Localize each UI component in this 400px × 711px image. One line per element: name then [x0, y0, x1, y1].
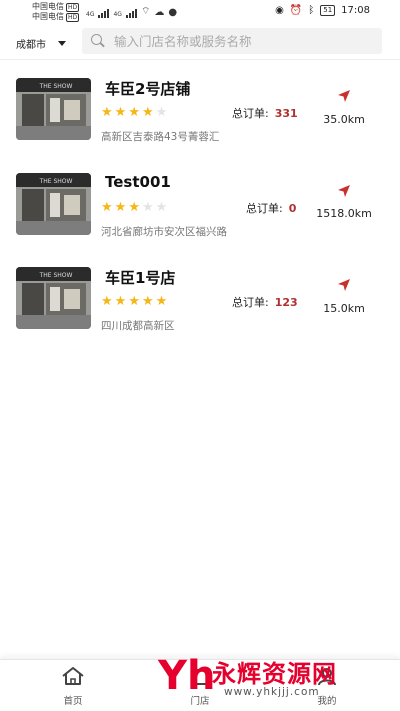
- star-empty-icon: ★: [155, 105, 168, 120]
- store-image: THE SHOW: [16, 267, 91, 329]
- city-label: 成都市: [16, 40, 46, 51]
- store-card[interactable]: THE SHOW 车臣1号店 ★ ★ ★ ★ ★ 总订单: 123 四川成都高新…: [0, 267, 400, 347]
- store-distance: 1518.0km: [316, 207, 372, 220]
- store-name: Test001: [105, 173, 171, 191]
- order-count: 总订单: 123: [232, 294, 298, 310]
- battery-icon: 51: [320, 5, 336, 16]
- rating-stars: ★ ★ ★ ★ ★: [101, 106, 167, 119]
- search-input[interactable]: [114, 33, 374, 49]
- star-icon: ★: [141, 105, 154, 120]
- nav-label-home: 首页: [63, 696, 83, 707]
- star-icon: ★: [128, 105, 140, 120]
- order-value: 331: [274, 107, 298, 120]
- star-icon: ★: [114, 200, 127, 215]
- svg-text:THE SHOW: THE SHOW: [39, 83, 73, 90]
- star-icon: ★: [101, 105, 113, 120]
- watermark-title: 永辉资源网: [212, 660, 337, 688]
- star-icon: ★: [114, 105, 127, 120]
- store-address: 四川成都高新区: [101, 320, 175, 332]
- cloud-icon: ☁: [154, 7, 165, 18]
- star-icon: ★: [101, 294, 113, 309]
- clock: 17:08: [341, 5, 370, 16]
- network-type-1: 4G: [86, 11, 95, 18]
- star-icon: ★: [114, 294, 127, 309]
- nav-tab-home[interactable]: 首页: [43, 666, 103, 707]
- store-card[interactable]: THE SHOW 车臣2号店铺 ★ ★ ★ ★ ★ 总订单: 331 高新区吉泰…: [0, 78, 400, 158]
- store-distance: 15.0km: [323, 302, 365, 315]
- star-empty-icon: ★: [155, 200, 168, 215]
- order-value: 123: [274, 296, 298, 309]
- star-empty-icon: ★: [141, 200, 154, 215]
- header: 成都市: [0, 24, 400, 60]
- order-label: 总订单:: [246, 202, 283, 215]
- order-label: 总订单:: [232, 107, 269, 120]
- eye-icon: ◉: [275, 5, 284, 16]
- svg-text:THE SHOW: THE SHOW: [39, 272, 73, 279]
- city-selector[interactable]: 成都市: [16, 36, 66, 51]
- alarm-icon: ⏰: [289, 5, 303, 16]
- navigation-arrow-icon[interactable]: [337, 184, 351, 198]
- svg-text:THE SHOW: THE SHOW: [39, 178, 73, 185]
- order-count: 总订单: 331: [232, 105, 298, 121]
- carrier-2: 中国电信: [32, 12, 64, 21]
- navigation-arrow-icon[interactable]: [337, 89, 351, 103]
- caret-down-icon: [58, 41, 66, 46]
- order-value: 0: [288, 202, 297, 215]
- star-icon: ★: [141, 294, 154, 309]
- hd-badge-1: HD: [66, 2, 80, 12]
- store-name: 车臣2号店铺: [105, 80, 191, 98]
- store-image: THE SHOW: [16, 173, 91, 235]
- bluetooth-icon: ᛒ: [308, 5, 315, 16]
- status-bar: 中国电信 HD 中国电信 HD 4G 4G ⌔ ☁ ● ◉ ⏰ ᛒ 51 17:08: [0, 0, 400, 24]
- star-icon: ★: [155, 294, 168, 309]
- carrier-1: 中国电信: [32, 2, 64, 11]
- search-icon: [91, 34, 105, 48]
- store-name: 车臣1号店: [105, 269, 176, 287]
- hd-badge-2: HD: [66, 12, 80, 22]
- navigation-arrow-icon[interactable]: [337, 278, 351, 292]
- store-card[interactable]: THE SHOW Test001 ★ ★ ★ ★ ★ 总订单: 0 河北省廊坊市…: [0, 173, 400, 253]
- rating-stars: ★ ★ ★ ★ ★: [101, 295, 167, 308]
- store-address: 高新区吉泰路43号菁蓉汇: [101, 131, 220, 143]
- order-label: 总订单:: [232, 296, 269, 309]
- network-type-2: 4G: [113, 11, 122, 18]
- watermark-url: www.yhkjjj.com: [224, 686, 320, 698]
- watermark: Yh 永辉资源网 www.yhkjjj.com: [158, 652, 388, 710]
- star-icon: ★: [101, 200, 113, 215]
- carrier-info: 中国电信 HD 中国电信 HD: [32, 2, 80, 22]
- watermark-logo: Yh: [158, 653, 216, 699]
- home-icon: [62, 667, 84, 685]
- order-count: 总订单: 0: [246, 200, 296, 216]
- wifi-icon: ⌔: [140, 6, 151, 17]
- store-image: THE SHOW: [16, 78, 91, 140]
- search-bar[interactable]: [82, 28, 382, 54]
- star-icon: ★: [128, 200, 140, 215]
- rating-stars: ★ ★ ★ ★ ★: [101, 201, 167, 214]
- store-address: 河北省廊坊市安次区福兴路: [101, 226, 227, 238]
- chat-icon: ●: [168, 7, 178, 18]
- signal-icon: [98, 9, 110, 18]
- system-icons: ◉ ⏰ ᛒ 51 17:08: [275, 5, 370, 16]
- star-icon: ★: [128, 294, 140, 309]
- store-distance: 35.0km: [323, 113, 365, 126]
- signal-indicators: 4G 4G ⌔ ☁ ●: [86, 5, 177, 18]
- signal-icon: [125, 9, 137, 18]
